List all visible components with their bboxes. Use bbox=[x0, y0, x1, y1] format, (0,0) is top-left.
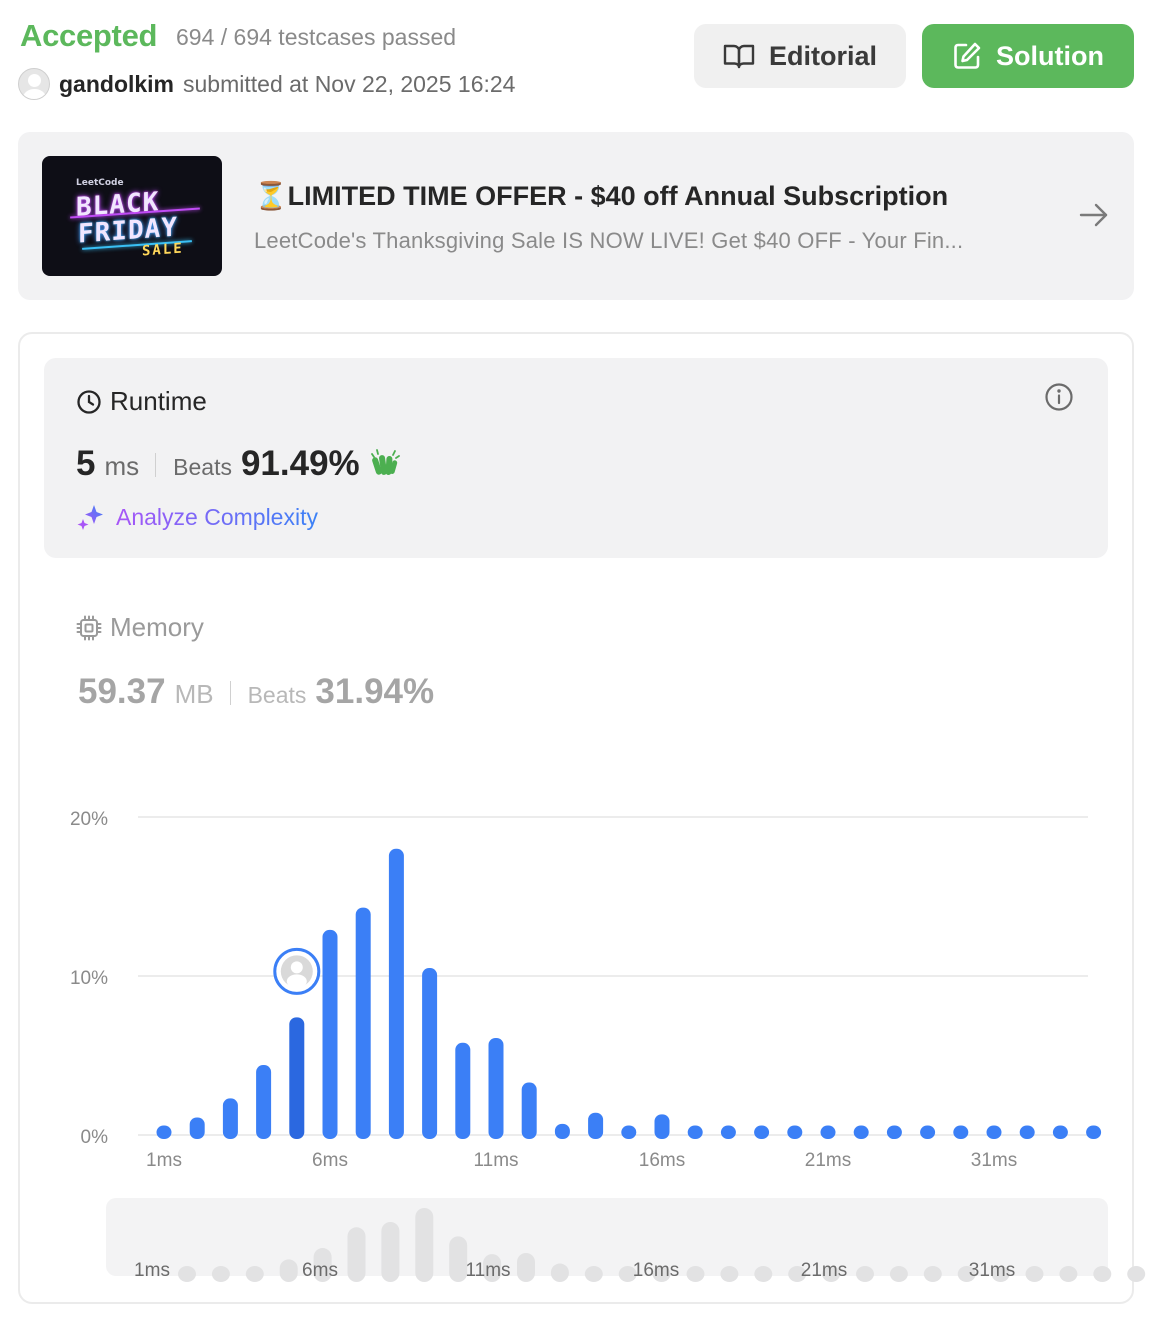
black-friday-image: LeetCode BLACK FRIDAY SALE bbox=[42, 156, 222, 276]
submitter-info: gandolkim submitted at Nov 22, 2025 16:2… bbox=[18, 68, 515, 100]
runtime-panel[interactable]: Runtime 5 ms Beats 91.49% Analyze Comple… bbox=[44, 358, 1108, 558]
memory-label-row[interactable]: Memory bbox=[76, 612, 204, 643]
runtime-value: 5 bbox=[76, 444, 96, 483]
status-accepted: Accepted bbox=[20, 18, 158, 53]
username[interactable]: gandolkim bbox=[59, 71, 174, 98]
edit-icon bbox=[954, 42, 981, 69]
testcases-passed: 694 / 694 testcases passed bbox=[176, 24, 457, 50]
info-icon[interactable] bbox=[1044, 382, 1074, 412]
analyze-complexity-link[interactable]: Analyze Complexity bbox=[76, 502, 318, 532]
memory-value-row: 59.37 MB Beats 31.94% bbox=[78, 672, 434, 712]
solution-button[interactable]: Solution bbox=[922, 24, 1134, 88]
runtime-value-row: 5 ms Beats 91.49% bbox=[76, 444, 400, 484]
clap-icon bbox=[370, 449, 400, 475]
runtime-unit: ms bbox=[104, 451, 140, 481]
editorial-button[interactable]: Editorial bbox=[694, 24, 906, 88]
submitted-time: submitted at Nov 22, 2025 16:24 bbox=[183, 70, 516, 97]
solution-label: Solution bbox=[996, 40, 1104, 71]
memory-value: 59.37 bbox=[78, 672, 166, 711]
editorial-label: Editorial bbox=[768, 40, 877, 71]
divider bbox=[155, 453, 157, 477]
arrow-right-icon[interactable] bbox=[1078, 200, 1110, 230]
runtime-label: Runtime bbox=[110, 386, 207, 416]
promo-subtitle: LeetCode's Thanksgiving Sale IS NOW LIVE… bbox=[254, 228, 964, 253]
memory-unit: MB bbox=[174, 679, 214, 709]
promo-banner[interactable]: LeetCode BLACK FRIDAY SALE ⏳LIMITED TIME… bbox=[18, 132, 1134, 300]
runtime-beats-label: Beats bbox=[173, 454, 232, 480]
clock-icon bbox=[77, 389, 101, 414]
book-open-icon bbox=[723, 44, 755, 69]
sparkle-icon bbox=[77, 505, 103, 530]
runtime-beats-pct: 91.49% bbox=[240, 444, 360, 483]
memory-label: Memory bbox=[110, 612, 204, 642]
avatar[interactable] bbox=[18, 68, 50, 100]
memory-beats-pct: 31.94% bbox=[315, 672, 435, 711]
runtime-label-row: Runtime bbox=[76, 386, 207, 417]
result-card: Runtime 5 ms Beats 91.49% Analyze Comple… bbox=[18, 332, 1134, 1304]
promo-title: ⏳LIMITED TIME OFFER - $40 off Annual Sub… bbox=[254, 181, 949, 211]
analyze-complexity-label: Analyze Complexity bbox=[116, 503, 318, 530]
chip-icon bbox=[76, 615, 102, 640]
divider bbox=[229, 681, 231, 705]
memory-beats-label: Beats bbox=[247, 682, 307, 708]
